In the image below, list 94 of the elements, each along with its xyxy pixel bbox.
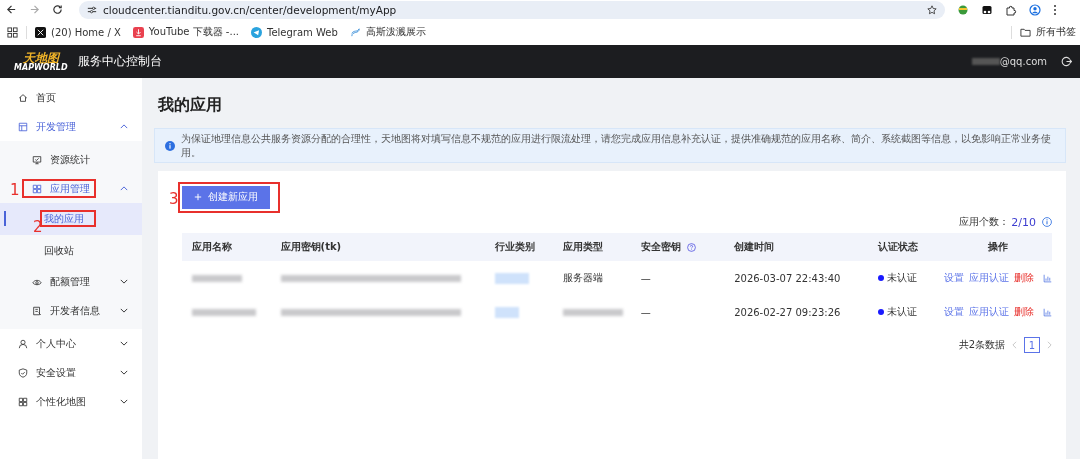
action-link[interactable]: 应用认证 [969, 271, 1009, 285]
column-header: 认证状态 [877, 240, 918, 254]
home-icon [18, 92, 28, 103]
bookmark[interactable]: YouTube 下载器 -... [132, 25, 239, 39]
sidebar-item[interactable]: 资源统计 [22, 145, 142, 174]
chevron-icon [120, 399, 128, 404]
table-cell: 2026-02-27 09:23:26 [734, 306, 841, 318]
back-icon[interactable] [6, 4, 17, 15]
puzzle-icon[interactable] [1005, 3, 1017, 16]
delete-link[interactable]: 删除 [1014, 271, 1034, 285]
download-icon [132, 26, 144, 38]
user-email[interactable]: @qq.com [999, 56, 1047, 67]
page-title: 我的应用 [158, 95, 223, 116]
apps-icon[interactable] [7, 26, 18, 38]
all-bookmarks-button[interactable]: 所有书签 [1020, 25, 1076, 39]
app-count-value: 2/10 [1011, 215, 1036, 229]
sidebar-item[interactable]: 开发管理 [0, 112, 142, 141]
chevron-icon [120, 279, 128, 284]
redacted-tag [494, 306, 519, 318]
menu-icon[interactable] [1053, 3, 1057, 16]
info-icon[interactable] [1042, 217, 1052, 227]
total-count: 共2条数据 [958, 338, 1005, 352]
help-icon[interactable] [686, 242, 696, 252]
plus-icon [194, 193, 202, 201]
address-bar[interactable]: cloudcenter.tianditu.gov.cn/center/development/myApp [79, 0, 945, 19]
swirl-icon [349, 26, 361, 38]
grid-icon [32, 183, 42, 194]
profile-icon[interactable] [1029, 3, 1041, 16]
column-header: 应用名称 [192, 240, 232, 254]
sidebar-item[interactable]: 回收站 [0, 235, 142, 267]
column-header: 操作 [988, 240, 1008, 254]
annotation-number: 1 [10, 183, 20, 198]
chevron-icon [120, 308, 128, 313]
bookmark[interactable]: (20) Home / X [35, 26, 121, 38]
globe-extension-icon[interactable] [957, 3, 969, 16]
redacted-text [192, 275, 242, 282]
app-count-label: 应用个数： [959, 215, 1010, 229]
status-text: 未认证 [886, 271, 917, 285]
star-icon[interactable] [927, 4, 937, 15]
extension-icon[interactable] [981, 3, 993, 16]
chevron-icon [120, 124, 128, 129]
action-link[interactable]: 设置 [944, 305, 964, 319]
column-header: 应用类型 [562, 240, 603, 254]
redacted-text [192, 309, 256, 316]
reload-icon[interactable] [52, 4, 63, 15]
notice-text: 为保证地理信息公共服务资源分配的合理性，天地图将对填写信息不规范的应用进行限流处理，请您完成应用信息补充认证，提供准确规范的应用名称、简介、系统截图等信息，以免影响正常业务使用。 [181, 132, 1052, 159]
column-header: 应用密钥(tk) [280, 240, 342, 254]
column-header: 安全密钥 [640, 240, 681, 254]
logo-text[interactable]: 天地图 [22, 51, 59, 64]
status-dot [877, 309, 884, 315]
info-icon [165, 140, 175, 151]
status-text: 未认证 [886, 305, 917, 319]
sidebar-item[interactable]: 个人中心 [0, 329, 142, 358]
annotation-box [40, 210, 96, 227]
x-logo-icon [35, 26, 46, 38]
folder-icon [1020, 26, 1031, 38]
page-button[interactable]: 1 [1024, 337, 1040, 353]
chevron-icon [120, 370, 128, 375]
table-cell: — [640, 306, 651, 318]
table-cell: 服务器端 [562, 272, 603, 283]
sidebar-item[interactable]: 首页 [0, 83, 142, 112]
column-header: 行业类别 [494, 240, 535, 254]
sidebar-item[interactable]: 个性化地图 [0, 387, 142, 416]
column-header: 创建时间 [734, 240, 775, 254]
status-dot [877, 275, 884, 281]
sidebar-item[interactable]: 应用管理 [22, 174, 142, 203]
sidebar-item[interactable]: 安全设置 [0, 358, 142, 387]
redacted-text [562, 309, 623, 316]
bookmark[interactable]: Telegram Web [251, 26, 338, 38]
doc-icon [32, 305, 42, 316]
table-cell: 2026-03-07 22:43:40 [734, 272, 841, 284]
sidebar-item[interactable]: 开发者信息 [22, 296, 142, 325]
redacted-tag [494, 272, 529, 284]
console-title: 服务中心控制台 [77, 53, 162, 70]
grid-icon [18, 396, 28, 407]
shield-icon [18, 367, 28, 378]
bookmark[interactable]: 高斯泼溅展示 [349, 25, 426, 39]
logout-icon[interactable] [1061, 56, 1072, 67]
window-icon [18, 121, 28, 132]
annotation-number: 3 [169, 191, 179, 207]
delete-link[interactable]: 删除 [1014, 305, 1034, 319]
logo-subtext: MAPWORLD [14, 63, 68, 72]
site-settings-icon[interactable] [87, 4, 97, 15]
action-link[interactable]: 应用认证 [969, 305, 1009, 319]
table-cell: — [640, 272, 651, 284]
paper-plane-icon [251, 26, 262, 38]
create-app-button[interactable]: 创建新应用 [182, 185, 270, 209]
chevron-icon [120, 341, 128, 346]
monitor-icon [32, 154, 42, 165]
user-icon [18, 338, 28, 349]
redacted-text [971, 58, 1000, 65]
chevron-icon [120, 186, 128, 191]
sidebar-item[interactable]: 配额管理 [22, 267, 142, 296]
action-link[interactable]: 设置 [944, 271, 964, 285]
